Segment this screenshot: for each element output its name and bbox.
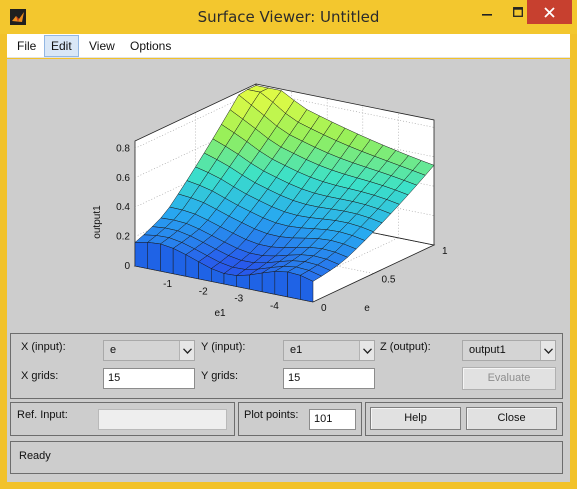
- surface-skirt: [261, 271, 276, 295]
- e1-tick-label: -3: [234, 294, 243, 305]
- chevron-down-icon: [540, 341, 555, 360]
- z-output-value: output1: [469, 344, 506, 356]
- close-button[interactable]: Close: [466, 407, 557, 430]
- buttons-panel: Help Close: [365, 402, 563, 436]
- y-input-select[interactable]: e1: [283, 340, 375, 361]
- status-panel: Ready: [10, 441, 563, 474]
- close-window-button[interactable]: [527, 0, 572, 24]
- menu-file[interactable]: File: [11, 35, 42, 57]
- z-output-label: Z (output):: [380, 341, 431, 353]
- x-input-select[interactable]: e: [103, 340, 195, 361]
- surface-plot[interactable]: 0 0.2 0.4 0.6 0.8 -1 -2 -3 -4 0 0.5 1 output1 e1 e: [7, 59, 570, 327]
- surface-skirt: [249, 272, 263, 293]
- help-button[interactable]: Help: [370, 407, 461, 430]
- y-input-value: e1: [290, 344, 303, 356]
- surface-skirt: [134, 242, 148, 269]
- surface-skirt: [287, 271, 301, 300]
- client-area: 0 0.2 0.4 0.6 0.8 -1 -2 -3 -4 0 0.5 1 output1 e1 e …: [7, 59, 570, 482]
- x-input-value: e: [110, 344, 117, 356]
- menu-edit[interactable]: Edit: [44, 35, 79, 57]
- axes-controls-panel: X (input): e Y (input): e1 Z (output): o…: [10, 333, 563, 399]
- ref-input-panel: Ref. Input:: [10, 402, 235, 436]
- e-tick-label: 0.5: [382, 275, 396, 286]
- menu-view[interactable]: View: [83, 35, 121, 57]
- x-input-label: X (input):: [21, 341, 66, 353]
- menu-bar: File Edit View Options: [7, 34, 570, 58]
- plot-points-panel: Plot points: 101: [238, 402, 362, 436]
- z-tick-label: 0.8: [116, 143, 130, 154]
- z-axis-label: output1: [92, 205, 103, 239]
- z-tick-label: 0.2: [116, 232, 130, 243]
- menu-options[interactable]: Options: [124, 35, 177, 57]
- y-grids-field[interactable]: 15: [283, 368, 375, 389]
- surface-skirt: [160, 243, 174, 275]
- ref-input-label: Ref. Input:: [17, 409, 68, 421]
- z-output-select[interactable]: output1: [462, 340, 556, 361]
- status-text: Ready: [19, 450, 51, 462]
- app-window: Surface Viewer: Untitled File Edit View …: [0, 0, 577, 489]
- surface-skirt: [274, 271, 288, 298]
- surface-skirt: [223, 273, 237, 287]
- z-tick-label: 0: [124, 261, 130, 272]
- e-tick-label: 1: [442, 246, 448, 257]
- surface-skirt: [236, 274, 250, 290]
- plot-points-field[interactable]: 101: [309, 409, 356, 430]
- surface-skirt: [147, 242, 161, 272]
- e1-tick-label: -4: [270, 301, 279, 312]
- chevron-down-icon: [359, 341, 374, 360]
- z-tick-label: 0.6: [116, 173, 130, 184]
- e1-tick-label: -2: [199, 286, 208, 297]
- evaluate-button[interactable]: Evaluate: [462, 367, 556, 390]
- y-input-label: Y (input):: [201, 341, 246, 353]
- e-tick-label: 0: [321, 303, 327, 314]
- e1-tick-label: -1: [163, 279, 172, 290]
- x-grids-field[interactable]: 15: [103, 368, 195, 389]
- x-axis-label: e1: [214, 308, 226, 319]
- y-grids-label: Y grids:: [201, 370, 239, 382]
- x-grids-label: X grids:: [21, 370, 59, 382]
- title-bar[interactable]: Surface Viewer: Untitled: [0, 0, 577, 34]
- ref-input-field[interactable]: [98, 409, 227, 430]
- chevron-down-icon: [179, 341, 194, 360]
- plot-points-label: Plot points:: [244, 409, 299, 421]
- z-tick-label: 0.4: [116, 202, 130, 213]
- minimize-button[interactable]: [472, 0, 502, 24]
- y-axis-label: e: [364, 303, 370, 314]
